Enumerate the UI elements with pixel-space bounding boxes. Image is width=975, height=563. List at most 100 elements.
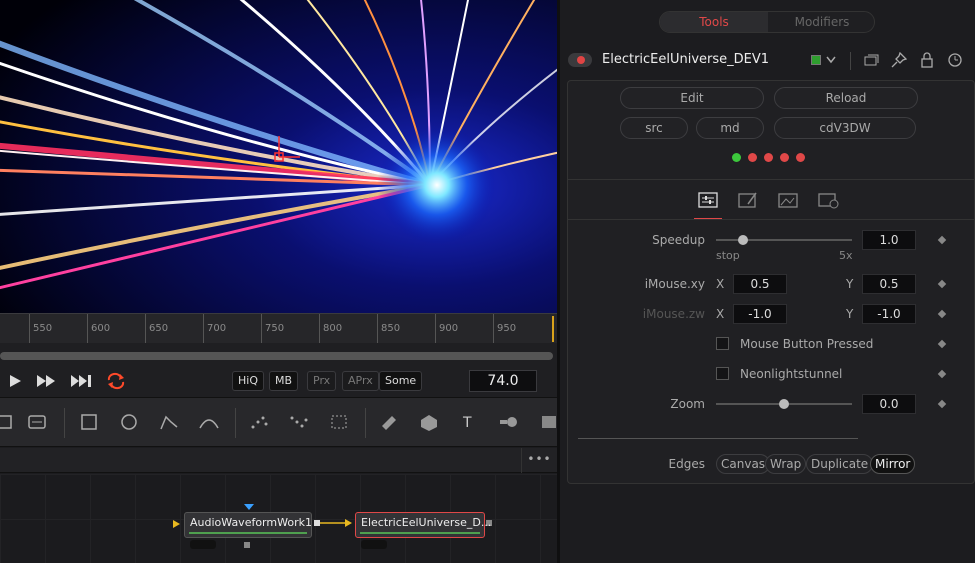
keyframe-icon[interactable] <box>937 339 947 349</box>
tool-name: ElectricEelUniverse_DEV1 <box>602 52 770 67</box>
some-button[interactable]: Some <box>379 371 423 391</box>
node-editor[interactable]: AudioWaveformWork1 ElectricEelUniverse_D… <box>0 474 557 563</box>
keyframe-icon[interactable] <box>937 279 947 289</box>
imouse-zw-y-field[interactable]: -1.0 <box>862 304 916 324</box>
preprocessor-tab-icon[interactable] <box>736 190 760 210</box>
auto-proxy-button[interactable]: APrx <box>342 371 379 391</box>
playhead[interactable] <box>552 316 554 342</box>
keyframe-icon[interactable] <box>937 309 947 319</box>
transform-tool-icon[interactable] <box>0 412 16 432</box>
controls-tab-icon[interactable] <box>696 190 720 210</box>
rectangle-mask-icon[interactable] <box>78 412 100 432</box>
merge-tool-icon[interactable] <box>26 412 48 432</box>
ruler-tick: 650 <box>145 314 168 344</box>
hiq-button[interactable]: HiQ <box>232 371 264 391</box>
timeline-ruler[interactable]: 550 600 650 700 750 800 850 900 950 <box>0 313 557 344</box>
tool-color-swatch[interactable] <box>811 55 821 65</box>
transport-bar: HiQ MB Prx APrx Some 74.0 <box>0 365 557 397</box>
more-options-button[interactable]: ••• <box>521 448 557 473</box>
speedup-slider[interactable] <box>716 239 852 241</box>
imouse-zw-x-field[interactable]: -1.0 <box>733 304 787 324</box>
tab-modifiers[interactable]: Modifiers <box>768 12 874 32</box>
viewer[interactable] <box>0 0 557 313</box>
loop-icon[interactable] <box>106 372 126 390</box>
node-view-indicator-icon[interactable] <box>361 540 387 549</box>
particle-emitter-icon[interactable] <box>248 412 270 432</box>
versions-icon[interactable] <box>863 53 879 67</box>
chevron-down-icon[interactable] <box>826 56 836 64</box>
node-electric-eel-universe[interactable]: ElectricEelUniverse_D... <box>355 512 491 538</box>
separator-line <box>578 438 858 439</box>
node-audio-waveform[interactable]: AudioWaveformWork1 <box>184 512 312 538</box>
inspector-tabs: Tools Modifiers <box>659 11 875 33</box>
node-label: ElectricEelUniverse_D... <box>361 516 492 529</box>
zoom-slider-knob[interactable] <box>779 399 789 409</box>
edges-mirror-button[interactable]: Mirror <box>870 454 916 474</box>
fast-forward-icon[interactable] <box>36 374 58 388</box>
bspline-mask-icon[interactable] <box>198 412 220 432</box>
speedup-value[interactable]: 1.0 <box>862 230 916 250</box>
imouse-xy-y-field[interactable]: 0.5 <box>862 274 916 294</box>
polygon-mask-icon[interactable] <box>158 412 180 432</box>
pin-icon[interactable] <box>891 52 907 68</box>
motion-blur-button[interactable]: MB <box>269 371 299 391</box>
skip-end-icon[interactable] <box>70 374 94 388</box>
edges-label: Edges <box>668 457 705 471</box>
particle-merge-icon[interactable] <box>328 412 350 432</box>
image-plane-3d-icon[interactable] <box>378 412 400 432</box>
keyframe-icon[interactable] <box>937 399 947 409</box>
toolbar-divider <box>64 408 65 438</box>
zoom-value[interactable]: 0.0 <box>862 394 916 414</box>
ruler-tick: 950 <box>493 314 516 344</box>
imouse-zw-label: iMouse.zw <box>642 307 705 321</box>
ellipse-mask-icon[interactable] <box>118 412 140 432</box>
edit-button[interactable]: Edit <box>620 87 764 109</box>
status-dot <box>764 153 773 162</box>
src-button[interactable]: src <box>620 117 688 139</box>
tool-header: ElectricEelUniverse_DEV1 <box>560 44 975 76</box>
speedup-slider-knob[interactable] <box>738 235 749 245</box>
node-label: AudioWaveformWork1 <box>190 516 312 529</box>
scrub-track[interactable] <box>0 352 553 360</box>
neonlight-checkbox[interactable] <box>716 367 729 380</box>
scrub-bar[interactable] <box>0 343 557 365</box>
proxy-button[interactable]: Prx <box>307 371 337 391</box>
keyframe-icon[interactable] <box>937 235 947 245</box>
particle-render-icon[interactable] <box>288 412 310 432</box>
ruler-tick: 750 <box>261 314 284 344</box>
ruler-tick: 800 <box>319 314 342 344</box>
camera-3d-icon[interactable] <box>498 412 520 432</box>
svg-text:T: T <box>462 415 472 431</box>
cdv3dw-button[interactable]: cdV3DW <box>774 117 916 139</box>
node-editor-header: ••• <box>0 448 557 473</box>
node-view-indicator-icon[interactable] <box>190 540 216 549</box>
viewer-image <box>0 0 557 313</box>
keyframe-icon[interactable] <box>937 369 947 379</box>
edges-wrap-button[interactable]: Wrap <box>765 454 807 474</box>
text-3d-icon[interactable]: T <box>458 412 480 432</box>
ruler-tick: 900 <box>435 314 458 344</box>
ruler-tick: 550 <box>29 314 52 344</box>
reload-button[interactable]: Reload <box>774 87 918 109</box>
ruler-tick: 850 <box>377 314 400 344</box>
edges-canvas-button[interactable]: Canvas <box>716 454 771 474</box>
header-divider <box>850 52 851 70</box>
mouse-button-checkbox[interactable] <box>716 337 729 350</box>
shape-3d-icon[interactable] <box>418 412 440 432</box>
imouse-xy-x-field[interactable]: 0.5 <box>733 274 787 294</box>
current-frame-field[interactable]: 74.0 <box>469 370 537 392</box>
settings-tab-icon[interactable] <box>816 190 840 210</box>
toolbar-divider <box>235 408 236 438</box>
neonlight-label: Neonlightstunnel <box>740 367 843 381</box>
toolbar-divider <box>365 408 366 438</box>
edges-duplicate-button[interactable]: Duplicate <box>806 454 874 474</box>
lock-icon[interactable] <box>920 52 934 68</box>
play-icon[interactable] <box>8 374 22 388</box>
md-button[interactable]: md <box>696 117 764 139</box>
image-tab-icon[interactable] <box>776 190 800 210</box>
tool-enable-toggle[interactable] <box>568 53 592 67</box>
reset-icon[interactable] <box>947 52 963 68</box>
status-dot <box>796 153 805 162</box>
tab-tools[interactable]: Tools <box>660 12 768 32</box>
imouse-xy-x-label: X <box>716 277 725 291</box>
